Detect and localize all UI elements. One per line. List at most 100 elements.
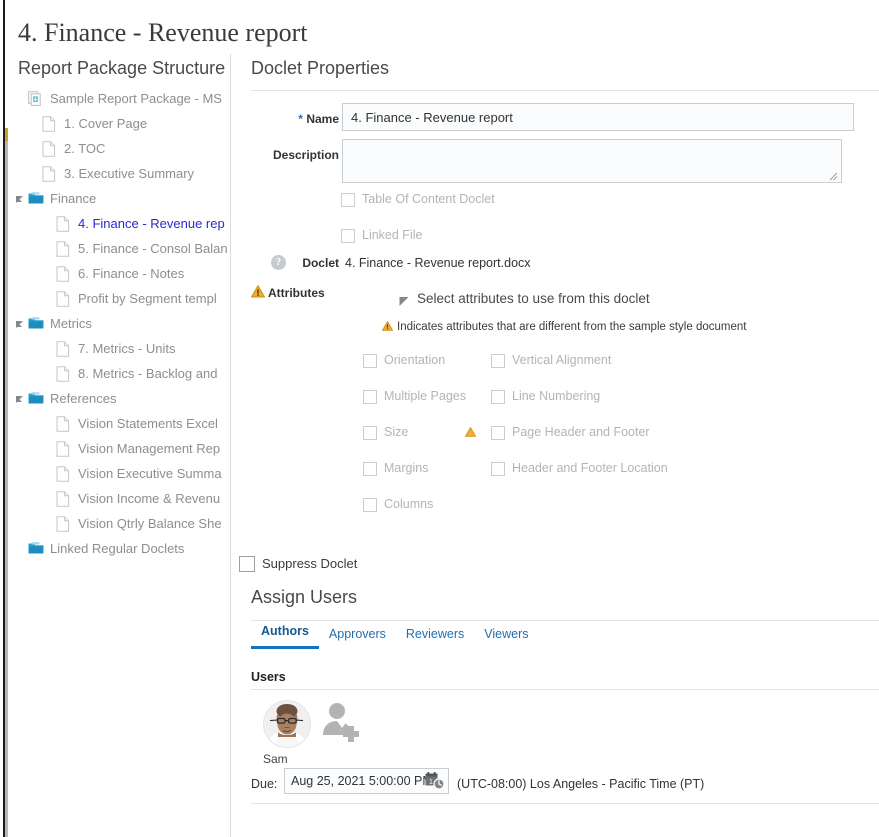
tree-item-label: References bbox=[50, 391, 117, 406]
tree-twisty-placeholder bbox=[14, 92, 28, 106]
attribute-warning-triangle-icon bbox=[465, 427, 476, 437]
tree-item-label: Vision Statements Excel bbox=[78, 416, 218, 431]
tree-item[interactable]: Vision Statements Excel bbox=[0, 411, 230, 436]
doclet-filename: 4. Finance - Revenue report.docx bbox=[345, 256, 531, 270]
assign-users-divider bbox=[251, 620, 879, 621]
tree-item[interactable]: Linked Regular Doclets bbox=[0, 536, 230, 561]
tree-item-label: Vision Executive Summa bbox=[78, 466, 222, 481]
tree-item[interactable]: Vision Qtrly Balance She bbox=[0, 511, 230, 536]
tab-viewers[interactable]: Viewers bbox=[474, 627, 538, 649]
attribute-label: Vertical Alignment bbox=[512, 353, 612, 367]
tree-item-label: Linked Regular Doclets bbox=[50, 541, 185, 556]
attribute-label: Orientation bbox=[384, 353, 446, 367]
document-icon bbox=[56, 490, 72, 507]
attributes-note-warning-icon bbox=[382, 321, 393, 331]
attribute-checkbox[interactable] bbox=[363, 354, 377, 368]
attributes-collapse-twisty-icon[interactable] bbox=[399, 296, 410, 307]
tree-indent-spacer bbox=[0, 98, 14, 99]
attribute-checkbox[interactable] bbox=[363, 462, 377, 476]
users-divider bbox=[251, 689, 879, 690]
tree-twisty-placeholder bbox=[14, 542, 28, 556]
linked-file-checkbox[interactable] bbox=[341, 229, 355, 243]
report-package-icon bbox=[28, 90, 44, 107]
document-icon bbox=[56, 290, 72, 307]
add-user-icon[interactable] bbox=[320, 702, 364, 746]
description-textarea[interactable] bbox=[342, 139, 842, 183]
avatar[interactable] bbox=[263, 700, 311, 748]
attributes-warning-triangle-icon bbox=[251, 285, 265, 298]
tab-authors[interactable]: Authors bbox=[251, 624, 319, 649]
document-icon bbox=[56, 465, 72, 482]
tree-indent-spacer bbox=[0, 548, 14, 549]
tree-twisty-placeholder bbox=[42, 467, 56, 481]
attribute-checkbox[interactable] bbox=[491, 390, 505, 404]
report-package-structure-panel: Report Package Structure Sample Report P… bbox=[0, 54, 230, 837]
attribute-label: Size bbox=[384, 425, 409, 439]
tree-twisty-placeholder bbox=[42, 217, 56, 231]
tree-indent-spacer bbox=[0, 248, 42, 249]
tree-item[interactable]: Profit by Segment templ bbox=[0, 286, 230, 311]
tree-item[interactable]: 2. TOC bbox=[0, 136, 230, 161]
tree-item[interactable]: 6. Finance - Notes bbox=[0, 261, 230, 286]
document-icon bbox=[42, 140, 58, 157]
tree-expand-twisty-icon[interactable] bbox=[14, 317, 28, 331]
avatar-name: Sam bbox=[263, 752, 288, 766]
tree-indent-spacer bbox=[0, 373, 42, 374]
tree-twisty-placeholder bbox=[42, 417, 56, 431]
attribute-checkbox[interactable] bbox=[363, 426, 377, 440]
tree-item[interactable]: 8. Metrics - Backlog and bbox=[0, 361, 230, 386]
tree-expand-twisty-icon[interactable] bbox=[14, 192, 28, 206]
tree-indent-spacer bbox=[0, 523, 42, 524]
attribute-checkbox[interactable] bbox=[491, 462, 505, 476]
document-icon bbox=[56, 340, 72, 357]
tree-item[interactable]: Metrics bbox=[0, 311, 230, 336]
left-panel-heading: Report Package Structure bbox=[18, 58, 226, 78]
tree-item[interactable]: Vision Income & Revenu bbox=[0, 486, 230, 511]
tree-item[interactable]: 3. Executive Summary bbox=[0, 161, 230, 186]
document-icon bbox=[56, 265, 72, 282]
attribute-checkbox[interactable] bbox=[491, 354, 505, 368]
suppress-doclet-checkbox[interactable] bbox=[239, 556, 255, 572]
description-label: Description bbox=[272, 148, 339, 162]
tree-item[interactable]: 7. Metrics - Units bbox=[0, 336, 230, 361]
document-icon bbox=[56, 415, 72, 432]
attribute-checkbox[interactable] bbox=[363, 390, 377, 404]
name-input[interactable] bbox=[342, 103, 854, 131]
tree-expand-twisty-icon[interactable] bbox=[14, 392, 28, 406]
tree-indent-spacer bbox=[0, 123, 28, 124]
report-package-tree[interactable]: Sample Report Package - MS 1. Cover Page 2… bbox=[0, 86, 230, 561]
tree-twisty-placeholder bbox=[42, 367, 56, 381]
folder-icon bbox=[28, 541, 44, 557]
tree-item[interactable]: 1. Cover Page bbox=[0, 111, 230, 136]
tree-item-label: 8. Metrics - Backlog and bbox=[78, 366, 218, 381]
tree-item[interactable]: Vision Executive Summa bbox=[0, 461, 230, 486]
attributes-section-title: Select attributes to use from this docle… bbox=[417, 291, 650, 306]
doclet-help-icon[interactable]: ? bbox=[271, 255, 286, 270]
tab-reviewers[interactable]: Reviewers bbox=[396, 627, 474, 649]
assign-users-tabs[interactable]: Authors Approvers Reviewers Viewers bbox=[251, 624, 539, 649]
tree-item-label: Profit by Segment templ bbox=[78, 291, 217, 306]
tree-item-label: 6. Finance - Notes bbox=[78, 266, 185, 281]
timezone-text: (UTC-08:00) Los Angeles - Pacific Time (… bbox=[457, 777, 705, 791]
tab-approvers[interactable]: Approvers bbox=[319, 627, 396, 649]
tree-indent-spacer bbox=[0, 348, 42, 349]
tree-item[interactable]: Finance bbox=[0, 186, 230, 211]
document-icon bbox=[56, 240, 72, 257]
attribute-checkbox[interactable] bbox=[363, 498, 377, 512]
tree-twisty-placeholder bbox=[28, 117, 42, 131]
tree-item[interactable]: 5. Finance - Consol Balan bbox=[0, 236, 230, 261]
attribute-label: Columns bbox=[384, 497, 434, 511]
table-of-content-doclet-checkbox[interactable] bbox=[341, 193, 355, 207]
tree-item[interactable]: 4. Finance - Revenue rep bbox=[0, 211, 230, 236]
document-icon bbox=[56, 365, 72, 382]
due-date-input[interactable] bbox=[284, 768, 449, 794]
tree-twisty-placeholder bbox=[42, 517, 56, 531]
tree-item[interactable]: References bbox=[0, 386, 230, 411]
tree-item-label: Metrics bbox=[50, 316, 92, 331]
attributes-label: Attributes bbox=[268, 286, 325, 300]
attribute-checkbox[interactable] bbox=[491, 426, 505, 440]
tree-item[interactable]: Vision Management Rep bbox=[0, 436, 230, 461]
suppress-doclet-label: Suppress Doclet bbox=[262, 556, 358, 571]
tree-indent-spacer bbox=[0, 273, 42, 274]
tree-item[interactable]: Sample Report Package - MS bbox=[0, 86, 230, 111]
